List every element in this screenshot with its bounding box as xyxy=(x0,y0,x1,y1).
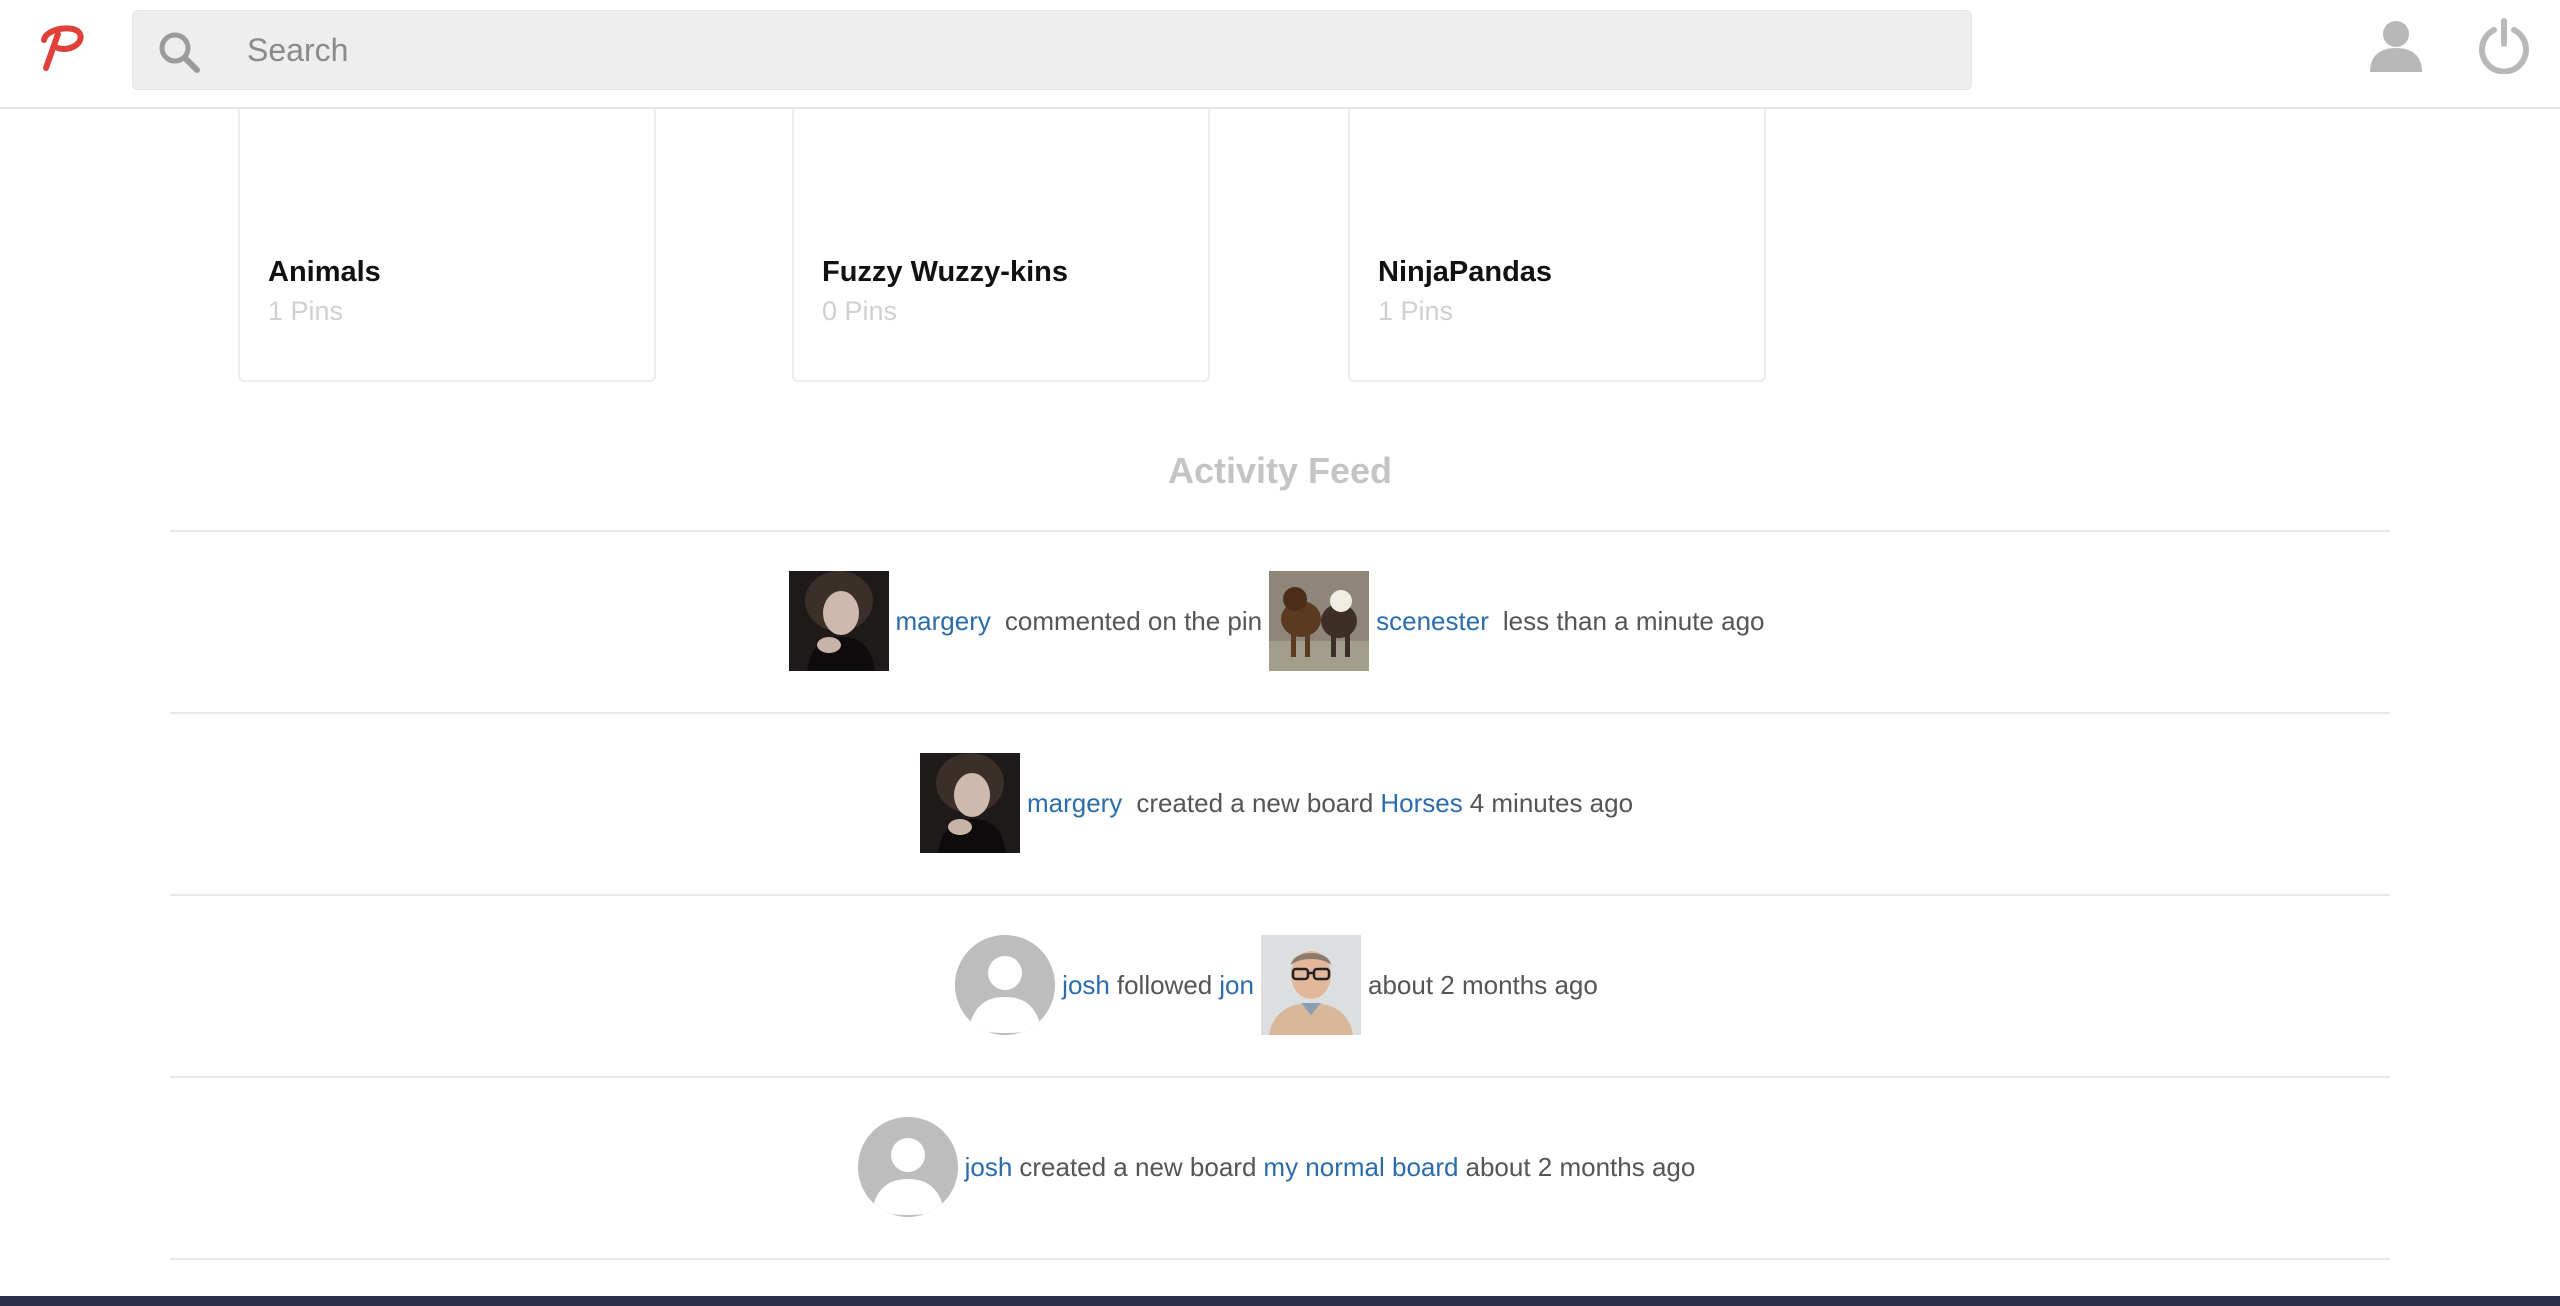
board-pin-count: 1 Pins xyxy=(268,296,344,326)
feed-timestamp: about 2 months ago xyxy=(1367,969,1598,1000)
feed-divider xyxy=(170,1258,2390,1260)
feed-item: margery commented on the pin scenester l… xyxy=(170,530,2390,712)
user-avatar-margery[interactable] xyxy=(919,753,1020,853)
activity-feed-title: Activity Feed xyxy=(1167,450,1393,491)
feed-action-text: created a new board xyxy=(1136,787,1374,818)
board-pin-count: 1 Pins xyxy=(1378,296,1454,326)
feed-action-text: created a new board xyxy=(1019,1151,1257,1182)
board-card[interactable]: NinjaPandas 1 Pins xyxy=(1348,80,1766,382)
board-card[interactable]: Fuzzy Wuzzy-kins 0 Pins xyxy=(792,80,1210,382)
search-icon[interactable] xyxy=(157,30,201,74)
feed-user-link[interactable]: josh xyxy=(1062,970,1110,1001)
search-input[interactable] xyxy=(247,11,1947,89)
search-bar xyxy=(132,10,1972,90)
user-avatar-josh[interactable] xyxy=(955,935,1056,1035)
board-name[interactable]: Animals xyxy=(268,256,381,289)
user-avatar-margery[interactable] xyxy=(788,571,889,671)
board-name[interactable]: Fuzzy Wuzzy-kins xyxy=(822,256,1068,289)
user-avatar-josh[interactable] xyxy=(857,1117,958,1217)
feed-target-link[interactable]: jon xyxy=(1219,970,1254,1001)
feed-action-text: followed xyxy=(1116,969,1213,1000)
user-icon[interactable] xyxy=(2368,18,2424,74)
board-name[interactable]: NinjaPandas xyxy=(1378,256,1552,289)
feed-target-link[interactable]: Horses xyxy=(1380,788,1462,819)
board-pin-count: 0 Pins xyxy=(822,296,898,326)
feed-target-link[interactable]: my normal board xyxy=(1263,1152,1458,1183)
feed-timestamp: less than a minute ago xyxy=(1502,605,1765,636)
feed-user-link[interactable]: margery xyxy=(896,606,991,637)
user-avatar-jon[interactable] xyxy=(1260,935,1361,1035)
pinterest-logo-icon[interactable] xyxy=(32,18,92,78)
feed-user-link[interactable]: margery xyxy=(1027,788,1122,819)
feed-timestamp: 4 minutes ago xyxy=(1469,787,1634,818)
feed-item: josh followed jon about 2 months ago xyxy=(170,894,2390,1076)
default-avatar-icon xyxy=(857,1117,958,1217)
feed-item: josh created a new board my normal board… xyxy=(170,1076,2390,1258)
feed-timestamp: about 2 months ago xyxy=(1465,1151,1696,1182)
top-navbar xyxy=(0,0,2560,109)
feed-user-link[interactable]: josh xyxy=(965,1152,1013,1183)
feed-item: margery created a new board Horses 4 min… xyxy=(170,712,2390,894)
bottom-bar xyxy=(0,1296,2560,1306)
power-icon[interactable] xyxy=(2476,18,2532,74)
board-card[interactable]: Animals 1 Pins xyxy=(238,80,656,382)
pin-thumbnail[interactable] xyxy=(1269,571,1370,671)
feed-target-link[interactable]: scenester xyxy=(1376,606,1489,637)
default-avatar-icon xyxy=(955,935,1056,1035)
feed-action-text: commented on the pin xyxy=(1004,605,1263,636)
